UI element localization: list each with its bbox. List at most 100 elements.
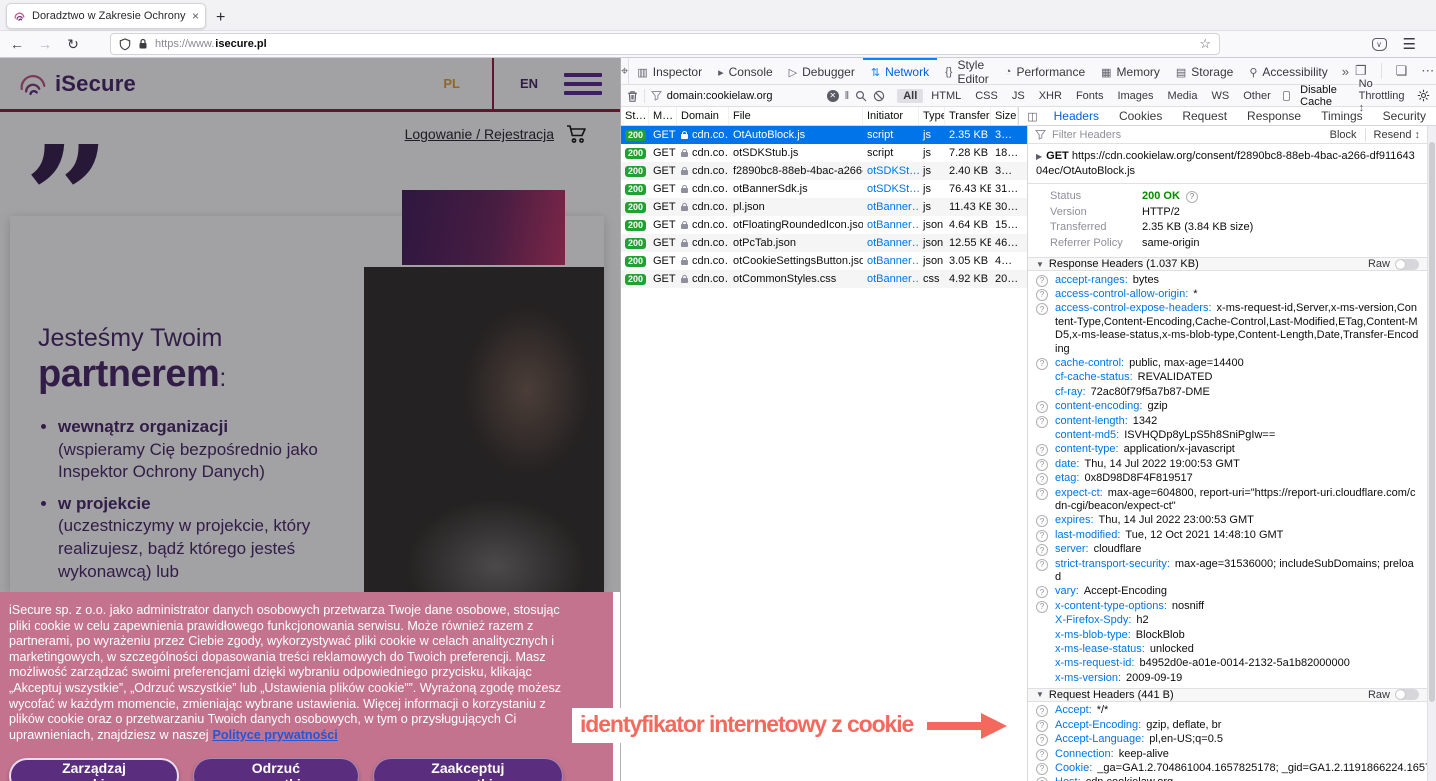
column-header[interactable]: M… [649,107,677,125]
devtools-tab[interactable]: ⇅ Network [863,58,937,84]
header-help-icon[interactable]: ? [1036,586,1048,598]
pick-element-icon[interactable]: ⌖ [621,58,629,84]
browser-tab[interactable]: Doradztwo w Zakresie Ochrony Dany × [6,3,206,29]
request-url-line[interactable]: ▶GET https://cdn.cookielaw.org/consent/f… [1028,144,1427,184]
clear-filter-icon[interactable]: ✕ [827,90,839,102]
devtools-tab[interactable]: {} Style Editor [937,58,997,84]
header-name[interactable]: Connection: [1055,748,1114,760]
header-help-icon[interactable]: ? [1036,705,1048,717]
header-help-icon[interactable]: ? [1036,275,1048,287]
header-name[interactable]: Cookie: [1055,762,1092,774]
new-tab-button[interactable]: + [216,9,225,27]
request-row[interactable]: 200 GET cdn.co… otBannerSdk.js otSDKSt… … [621,180,1027,198]
privacy-policy-link[interactable]: Polityce prywatności [213,728,338,742]
request-row[interactable]: 200 GET cdn.co… otSDKStub.js script js 7… [621,144,1027,162]
detail-tab[interactable]: Headers [1044,107,1109,125]
browser-menu-icon[interactable]: ☰ [1403,35,1416,53]
scrollbar[interactable] [1427,126,1436,781]
detail-tab[interactable]: Security [1373,107,1436,125]
cookie-consent-button[interactable]: Zaakceptuj wszystkie [373,758,563,781]
filter-headers-input[interactable]: Filter Headers [1052,129,1121,141]
detail-tab[interactable]: Response [1237,107,1311,125]
request-row[interactable]: 200 GET cdn.co… f2890bc8-88eb-4bac-a266-… [621,162,1027,180]
cookie-consent-button[interactable]: Odrzuć wszystkie [193,758,359,781]
type-filter-chip[interactable]: Images [1111,89,1159,103]
cookie-consent-button[interactable]: Zarządzaj cookies [9,758,179,781]
header-name[interactable]: X-Firefox-Spdy: [1055,614,1131,626]
column-header[interactable]: File [729,107,863,125]
initiator[interactable]: otBanner… [863,201,919,213]
type-filter-chip[interactable]: WS [1206,89,1236,103]
header-name[interactable]: expires: [1055,514,1094,526]
devtools-tab[interactable]: ◔ Performance [997,58,1093,84]
header-name[interactable]: content-md5: [1055,429,1119,441]
header-name[interactable]: last-modified: [1055,529,1120,541]
split-panel-icon[interactable]: ◫ [1027,110,1037,123]
expand-triangle-icon[interactable]: ▶ [1036,152,1042,161]
disable-cache-checkbox[interactable] [1283,91,1290,101]
detail-tab[interactable]: Request [1172,107,1237,125]
help-icon[interactable]: ? [1186,191,1198,203]
header-name[interactable]: access-control-expose-headers: [1055,302,1212,314]
resend-button[interactable]: Resend ↕ [1374,129,1420,141]
type-filter-chip[interactable]: Other [1237,89,1277,103]
initiator[interactable]: script [863,147,919,159]
network-settings-gear-icon[interactable] [1417,89,1430,102]
type-filter-chip[interactable]: HTML [925,89,967,103]
header-help-icon[interactable]: ? [1036,559,1048,571]
pocket-icon[interactable]: ∨ [1372,38,1387,51]
raw-toggle[interactable] [1395,259,1419,270]
header-name[interactable]: Accept: [1055,704,1092,716]
header-help-icon[interactable]: ? [1036,358,1048,370]
raw-toggle[interactable] [1395,689,1419,700]
header-help-icon[interactable]: ? [1036,459,1048,471]
request-headers-section[interactable]: ▼ Request Headers (441 B) Raw [1028,688,1427,702]
header-help-icon[interactable]: ? [1036,777,1048,781]
header-name[interactable]: x-ms-lease-status: [1055,643,1145,655]
header-help-icon[interactable]: ? [1036,544,1048,556]
header-help-icon[interactable]: ? [1036,530,1048,542]
header-name[interactable]: content-length: [1055,415,1128,427]
header-help-icon[interactable]: ? [1036,488,1048,500]
clear-requests-trash-icon[interactable] [627,90,638,102]
initiator[interactable]: otBanner… [863,219,919,231]
header-help-icon[interactable]: ? [1036,601,1048,613]
back-icon[interactable]: ← [8,36,26,52]
initiator[interactable]: script [863,129,919,141]
header-name[interactable]: date: [1055,458,1079,470]
tab-close-icon[interactable]: × [192,9,199,23]
header-name[interactable]: strict-transport-security: [1055,558,1170,570]
column-header[interactable]: Domain [677,107,729,125]
column-header[interactable]: Initiator [863,107,919,125]
column-header[interactable]: Type [919,107,945,125]
header-help-icon[interactable]: ? [1036,473,1048,485]
header-name[interactable]: x-ms-version: [1055,672,1121,684]
url-bar[interactable]: https://www. isecure.pl ☆ [110,33,1220,55]
type-filter-chip[interactable]: XHR [1033,89,1068,103]
request-row[interactable]: 200 GET cdn.co… otCookieSettingsButton.j… [621,252,1027,270]
type-filter-chip[interactable]: Fonts [1070,89,1110,103]
lock-icon[interactable] [138,38,148,50]
reload-icon[interactable]: ↻ [64,36,82,53]
devtools-tab[interactable]: ▦ Memory [1093,58,1168,84]
initiator[interactable]: otSDKSt… [863,165,919,177]
block-requests-icon[interactable] [873,90,885,102]
header-help-icon[interactable]: ? [1036,763,1048,775]
header-name[interactable]: etag: [1055,472,1079,484]
type-filter-chip[interactable]: JS [1006,89,1031,103]
devtools-tab[interactable]: ▥ Inspector [629,58,710,84]
response-headers-section[interactable]: ▼ Response Headers (1.037 KB) Raw [1028,257,1427,271]
filter-urls-input[interactable]: domain:cookielaw.org ✕ [651,90,839,102]
header-help-icon[interactable]: ? [1036,734,1048,746]
header-name[interactable]: x-content-type-options: [1055,600,1167,612]
header-name[interactable]: vary: [1055,585,1079,597]
devtools-tab[interactable]: ▸ Console [710,58,781,84]
header-help-icon[interactable]: ? [1036,401,1048,413]
header-help-icon[interactable]: ? [1036,416,1048,428]
header-name[interactable]: content-encoding: [1055,400,1142,412]
header-name[interactable]: x-ms-blob-type: [1055,629,1131,641]
detail-tab[interactable]: Cookies [1109,107,1172,125]
column-header[interactable]: St… [621,107,649,125]
column-header[interactable]: Size [991,107,1018,125]
header-name[interactable]: server: [1055,543,1089,555]
